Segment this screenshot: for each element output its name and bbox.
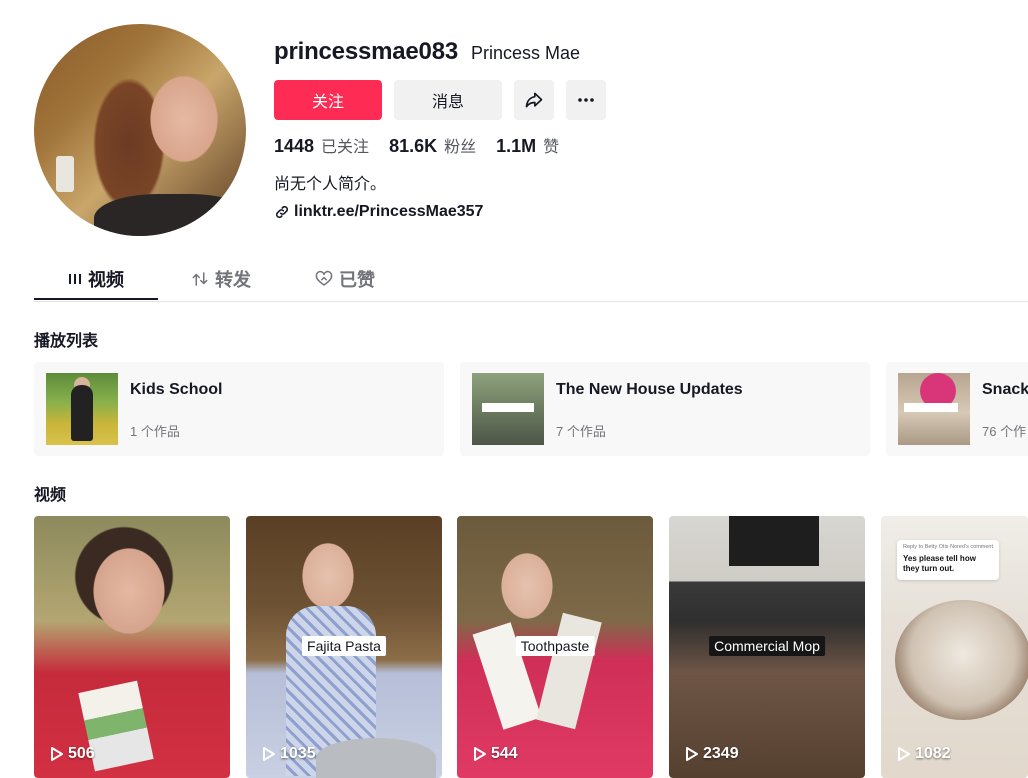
playlist-card[interactable]: Kids School 1 个作品 <box>34 362 444 456</box>
tab-reposts-label: 转发 <box>215 270 251 290</box>
video-card[interactable]: Commercial Mop 2349 <box>669 516 865 778</box>
share-icon <box>525 92 543 108</box>
following-stat[interactable]: 1448 已关注 <box>274 133 369 157</box>
profile-link[interactable]: linktr.ee/PrincessMae357 <box>274 203 483 221</box>
profile-nickname: Princess Mae <box>471 43 581 63</box>
likes-count: 1.1M <box>496 136 537 156</box>
following-count: 1448 <box>274 136 315 156</box>
playlist-thumbnail <box>898 373 970 445</box>
play-icon <box>263 747 275 761</box>
video-play-count: 1035 <box>262 745 316 763</box>
playlist-count: 7 个作品 <box>556 424 606 439</box>
playlist-thumbnail <box>46 373 118 445</box>
ellipsis-icon <box>578 98 594 102</box>
profile-tabs: 视频 转发 已赞 <box>34 258 1028 302</box>
link-icon <box>275 205 289 219</box>
profile-link-text: linktr.ee/PrincessMae357 <box>294 203 484 220</box>
avatar-shirt <box>94 194 246 236</box>
active-tab-indicator <box>34 298 158 300</box>
video-thumbnail-jar <box>895 600 1028 720</box>
playlist-count: 76 个作 <box>982 424 1027 439</box>
comment-header: Reply to Betty Otis Nored's comment <box>903 544 993 550</box>
play-count-value: 1082 <box>915 745 951 762</box>
follow-button[interactable]: 关注 <box>274 80 382 120</box>
profile-avatar <box>34 24 246 236</box>
tab-videos-label: 视频 <box>88 270 124 290</box>
play-count-value: 1035 <box>280 745 316 762</box>
video-play-count: 1082 <box>897 745 951 763</box>
message-button[interactable]: 消息 <box>394 80 502 120</box>
playlist-count: 1 个作品 <box>130 424 180 439</box>
tab-reposts[interactable]: 转发 <box>191 258 251 300</box>
more-options-button[interactable] <box>566 80 606 120</box>
likes-stat: 1.1M 赞 <box>496 133 559 157</box>
comment-text: Yes please tell how they turn out. <box>903 554 976 573</box>
grid-icon <box>69 274 81 284</box>
share-button[interactable] <box>514 80 554 120</box>
video-card[interactable]: Reply to Betty Otis Nored's comment Yes … <box>881 516 1028 778</box>
reply-comment-sticker: Reply to Betty Otis Nored's comment Yes … <box>897 540 999 580</box>
playlist-card[interactable]: Snack 76 个作 <box>886 362 1028 456</box>
play-count-value: 544 <box>491 745 518 762</box>
profile-stats: 1448 已关注 81.6K 粉丝 1.1M 赞 <box>274 133 579 157</box>
tab-liked[interactable]: 已赞 <box>315 258 375 300</box>
play-icon <box>686 747 698 761</box>
playlists-heading: 播放列表 <box>34 333 99 350</box>
playlist-thumbnail <box>472 373 544 445</box>
video-thumbnail-pot <box>316 738 436 778</box>
video-caption: Commercial Mop <box>709 636 825 656</box>
video-caption: Toothpaste <box>515 636 595 656</box>
play-count-value: 2349 <box>703 745 739 762</box>
video-thumbnail-tube <box>536 612 602 730</box>
avatar-background-cup <box>56 156 74 192</box>
followers-count: 81.6K <box>389 136 438 156</box>
playlist-name: Kids School <box>130 381 223 398</box>
video-thumbnail-curtain <box>729 516 819 566</box>
play-count-value: 506 <box>68 745 95 762</box>
play-icon <box>51 747 63 761</box>
tab-videos[interactable]: 视频 <box>68 258 124 300</box>
play-icon <box>898 747 910 761</box>
video-caption: Fajita Pasta <box>302 636 386 656</box>
profile-bio: 尚无个人简介。 <box>274 176 387 193</box>
videos-heading: 视频 <box>34 487 67 504</box>
likes-label: 赞 <box>543 139 560 156</box>
video-play-count: 506 <box>50 745 95 763</box>
liked-heart-icon <box>315 270 333 286</box>
followers-stat[interactable]: 81.6K 粉丝 <box>389 133 476 157</box>
followers-label: 粉丝 <box>444 139 477 156</box>
video-card[interactable]: Toothpaste 544 <box>457 516 653 778</box>
video-play-count: 2349 <box>685 745 739 763</box>
playlist-name: Snack <box>982 381 1028 398</box>
tab-liked-label: 已赞 <box>339 270 375 290</box>
video-play-count: 544 <box>473 745 518 763</box>
profile-username: princessmae083 <box>274 38 458 65</box>
playlist-card[interactable]: The New House Updates 7 个作品 <box>460 362 870 456</box>
following-label: 已关注 <box>321 139 370 156</box>
video-card[interactable]: Fajita Pasta 1035 <box>246 516 442 778</box>
repost-icon <box>192 272 208 286</box>
playlist-name: The New House Updates <box>556 381 743 398</box>
play-icon <box>474 747 486 761</box>
video-card[interactable]: 506 <box>34 516 230 778</box>
